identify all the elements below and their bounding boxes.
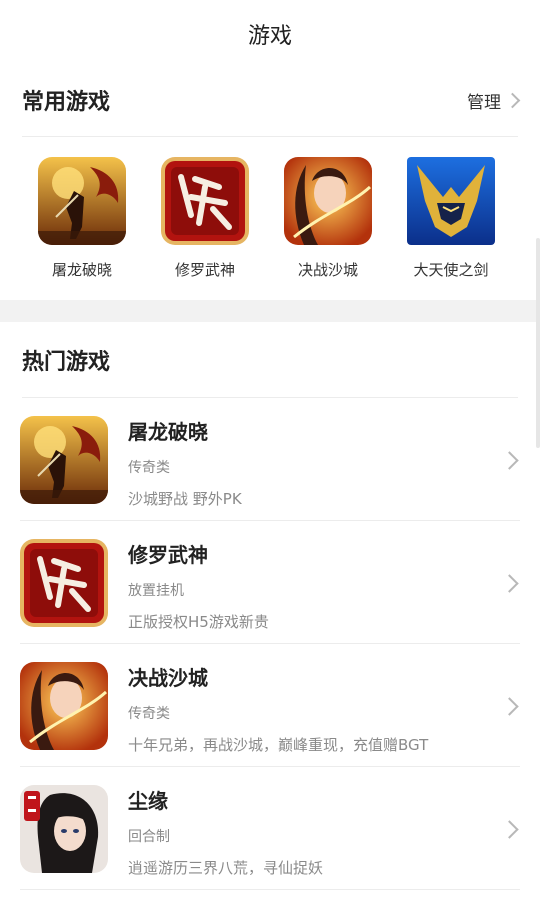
hot-game-item[interactable]: 屠龙破晓 传奇类 沙城野战 野外PK <box>0 398 540 521</box>
favorites-title: 常用游戏 <box>22 90 111 115</box>
chevron-right-icon <box>500 451 519 470</box>
game-name: 修罗武神 <box>128 543 208 567</box>
dragon-warrior-icon <box>38 157 126 245</box>
game-name: 屠龙破晓 <box>128 420 208 444</box>
heroine-portrait-icon <box>20 662 108 750</box>
dragon-warrior-icon <box>20 416 108 504</box>
favorite-game-name: 决战沙城 <box>297 261 358 279</box>
game-category: 传奇类 <box>128 706 170 722</box>
favorites-list: 屠龙破晓 修罗武神 决战沙城 大天使之剑 <box>0 157 540 287</box>
chevron-right-icon <box>500 574 519 593</box>
game-category: 回合制 <box>128 829 170 845</box>
game-description: 十年兄弟，再战沙城，巅峰重现，充值赠BGT <box>128 736 429 754</box>
manage-button[interactable]: 管理 <box>467 88 521 113</box>
favorite-game-tulong[interactable]: 屠龙破晓 <box>27 157 137 280</box>
fairy-portrait-icon <box>20 785 108 873</box>
chevron-right-icon <box>504 92 521 108</box>
game-description: 逍遥游历三界八荒，寻仙捉妖 <box>128 859 324 877</box>
xiuluo-calligraphy-icon <box>20 539 108 627</box>
favorite-game-xiuluo[interactable]: 修罗武神 <box>150 157 260 280</box>
favorites-header: 常用游戏 管理 <box>22 82 521 118</box>
favorite-game-name: 大天使之剑 <box>413 261 489 279</box>
manage-label: 管理 <box>467 92 501 113</box>
hot-game-item[interactable]: 尘缘 回合制 逍遥游历三界八荒，寻仙捉妖 <box>0 767 540 890</box>
chevron-right-icon <box>500 820 519 839</box>
hot-game-item[interactable]: 决战沙城 传奇类 十年兄弟，再战沙城，巅峰重现，充值赠BGT <box>0 644 540 767</box>
top-bar: 游戏 <box>0 0 540 68</box>
row-divider <box>20 889 520 890</box>
game-description: 正版授权H5游戏新贵 <box>128 613 269 631</box>
section-separator <box>0 300 540 322</box>
chevron-right-icon <box>500 697 519 716</box>
favorite-game-datianshi[interactable]: 大天使之剑 <box>396 157 506 280</box>
scrollbar[interactable] <box>536 238 540 448</box>
game-name: 决战沙城 <box>128 666 208 690</box>
game-description: 沙城野战 野外PK <box>128 490 242 508</box>
game-category: 传奇类 <box>128 460 170 476</box>
game-name: 尘缘 <box>128 789 168 813</box>
favorite-game-juezhan[interactable]: 决战沙城 <box>273 157 383 280</box>
page-title: 游戏 <box>247 24 292 49</box>
favorite-game-name: 屠龙破晓 <box>51 261 112 279</box>
favorite-game-name: 修罗武神 <box>174 261 235 279</box>
favorites-divider <box>22 136 518 137</box>
hot-title: 热门游戏 <box>22 350 111 375</box>
hot-game-item[interactable]: 修罗武神 放置挂机 正版授权H5游戏新贵 <box>0 521 540 644</box>
xiuluo-calligraphy-icon <box>161 157 249 245</box>
golden-helmet-icon <box>407 157 495 245</box>
heroine-portrait-icon <box>284 157 372 245</box>
hot-header: 热门游戏 <box>22 342 518 378</box>
game-category: 放置挂机 <box>128 583 184 599</box>
